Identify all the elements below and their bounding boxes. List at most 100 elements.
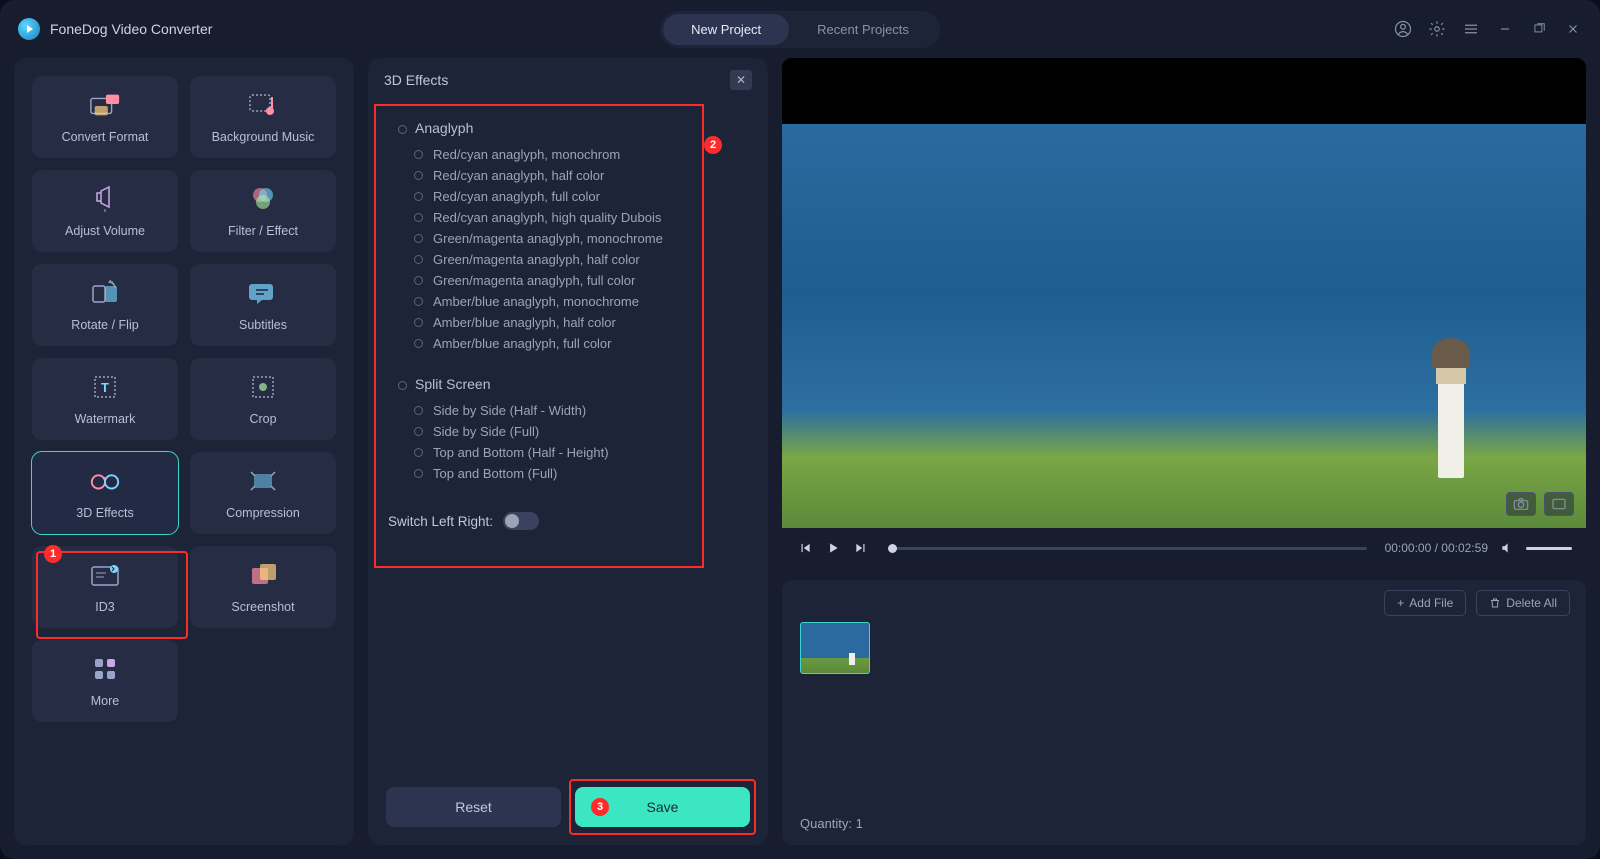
tool-label: Crop (249, 412, 276, 426)
tool-label: Subtitles (239, 318, 287, 332)
file-strip: +Add File Delete All Quantity: 1 (782, 580, 1586, 845)
app-title: FoneDog Video Converter (50, 21, 212, 37)
split-options: Side by Side (Half - Width) Side by Side… (384, 400, 752, 484)
more-icon (89, 654, 121, 684)
window-controls (1394, 20, 1582, 38)
tool-label: Background Music (212, 130, 315, 144)
player-controls: 00:00:00 / 00:02:59 (782, 528, 1586, 568)
option-anaglyph-3[interactable]: Red/cyan anaglyph, high quality Dubois (414, 207, 752, 228)
switch-label: Switch Left Right: (388, 514, 493, 529)
compression-icon (247, 466, 279, 496)
seek-bar[interactable] (888, 547, 1367, 550)
panel-footer: Reset 3 Save (368, 773, 768, 845)
tool-label: More (91, 694, 119, 708)
settings-icon[interactable] (1428, 20, 1446, 38)
option-anaglyph-5[interactable]: Green/magenta anaglyph, half color (414, 249, 752, 270)
tool-label: Rotate / Flip (71, 318, 138, 332)
switch-left-right-row: Switch Left Right: (384, 484, 752, 530)
tool-3d-effects[interactable]: 3D Effects (32, 452, 178, 534)
annotation-badge-3: 3 (591, 798, 609, 816)
option-split-3[interactable]: Top and Bottom (Full) (414, 463, 752, 484)
group-split-title[interactable]: Split Screen (384, 364, 752, 400)
tool-watermark[interactable]: T Watermark (32, 358, 178, 440)
tool-rotate-flip[interactable]: Rotate / Flip (32, 264, 178, 346)
prev-frame-icon[interactable] (796, 539, 814, 557)
save-button[interactable]: 3 Save (575, 787, 750, 827)
reset-button[interactable]: Reset (386, 787, 561, 827)
preview-panel: 00:00:00 / 00:02:59 +Add File Delete All… (782, 58, 1586, 845)
volume-icon[interactable] (1498, 539, 1516, 557)
delete-all-button[interactable]: Delete All (1476, 590, 1570, 616)
option-anaglyph-1[interactable]: Red/cyan anaglyph, half color (414, 165, 752, 186)
next-frame-icon[interactable] (852, 539, 870, 557)
id3-icon (89, 560, 121, 590)
option-split-1[interactable]: Side by Side (Full) (414, 421, 752, 442)
tool-screenshot[interactable]: Screenshot (190, 546, 336, 628)
anaglyph-options: Red/cyan anaglyph, monochrom Red/cyan an… (384, 144, 752, 354)
tool-label: Screenshot (231, 600, 294, 614)
quantity-label: Quantity: 1 (800, 816, 1568, 831)
switch-left-right-toggle[interactable] (503, 512, 539, 530)
option-anaglyph-6[interactable]: Green/magenta anaglyph, full color (414, 270, 752, 291)
option-anaglyph-8[interactable]: Amber/blue anaglyph, half color (414, 312, 752, 333)
tool-label: Compression (226, 506, 300, 520)
group-anaglyph-title[interactable]: Anaglyph (384, 108, 752, 144)
panel-close-button[interactable]: ✕ (730, 70, 752, 90)
account-icon[interactable] (1394, 20, 1412, 38)
tool-label: 3D Effects (76, 506, 133, 520)
filter-effect-icon (247, 184, 279, 214)
option-anaglyph-0[interactable]: Red/cyan anaglyph, monochrom (414, 144, 752, 165)
adjust-volume-icon (89, 184, 121, 214)
svg-text:T: T (101, 380, 109, 395)
volume-slider[interactable] (1526, 547, 1572, 550)
project-tabs: New Project Recent Projects (660, 11, 940, 48)
tool-label: Adjust Volume (65, 224, 145, 238)
rotate-flip-icon (89, 278, 121, 308)
option-anaglyph-9[interactable]: Amber/blue anaglyph, full color (414, 333, 752, 354)
tab-recent-projects[interactable]: Recent Projects (789, 14, 937, 45)
convert-format-icon (89, 90, 121, 120)
video-preview: 00:00:00 / 00:02:59 (782, 58, 1586, 568)
option-anaglyph-7[interactable]: Amber/blue anaglyph, monochrome (414, 291, 752, 312)
file-thumbnail[interactable] (800, 622, 870, 674)
menu-icon[interactable] (1462, 20, 1480, 38)
panel-body: 2 Anaglyph Red/cyan anaglyph, monochrom … (368, 102, 768, 773)
tool-filter-effect[interactable]: Filter / Effect (190, 170, 336, 252)
option-split-2[interactable]: Top and Bottom (Half - Height) (414, 442, 752, 463)
option-anaglyph-4[interactable]: Green/magenta anaglyph, monochrome (414, 228, 752, 249)
tool-subtitles[interactable]: Subtitles (190, 264, 336, 346)
minimize-icon[interactable] (1496, 20, 1514, 38)
background-music-icon (247, 90, 279, 120)
add-file-button[interactable]: +Add File (1384, 590, 1466, 616)
tool-more[interactable]: More (32, 640, 178, 722)
tool-label: ID3 (95, 600, 114, 614)
option-anaglyph-2[interactable]: Red/cyan anaglyph, full color (414, 186, 752, 207)
tool-adjust-volume[interactable]: Adjust Volume (32, 170, 178, 252)
tool-crop[interactable]: Crop (190, 358, 336, 440)
3d-effects-icon (89, 466, 121, 496)
tool-label: Filter / Effect (228, 224, 298, 238)
titlebar: FoneDog Video Converter New Project Rece… (0, 0, 1600, 58)
time-display: 00:00:00 / 00:02:59 (1385, 541, 1488, 555)
maximize-icon[interactable] (1530, 20, 1548, 38)
effects-panel: 3D Effects ✕ 2 Anaglyph Red/cyan anaglyp… (368, 58, 768, 845)
watermark-icon: T (89, 372, 121, 402)
subtitles-icon (247, 278, 279, 308)
tool-compression[interactable]: Compression (190, 452, 336, 534)
app-logo-icon (18, 18, 40, 40)
play-icon[interactable] (824, 539, 842, 557)
snapshot-icon[interactable] (1506, 492, 1536, 516)
tools-panel: Convert Format Background Music Adjust V… (14, 58, 354, 845)
video-frame[interactable] (782, 58, 1586, 528)
tool-label: Convert Format (62, 130, 149, 144)
fullscreen-icon[interactable] (1544, 492, 1574, 516)
annotation-badge-1: 1 (44, 545, 62, 563)
app-window: FoneDog Video Converter New Project Rece… (0, 0, 1600, 859)
tab-new-project[interactable]: New Project (663, 14, 789, 45)
close-icon[interactable] (1564, 20, 1582, 38)
tool-convert-format[interactable]: Convert Format (32, 76, 178, 158)
annotation-badge-2: 2 (704, 136, 722, 154)
option-split-0[interactable]: Side by Side (Half - Width) (414, 400, 752, 421)
tool-background-music[interactable]: Background Music (190, 76, 336, 158)
crop-icon (247, 372, 279, 402)
